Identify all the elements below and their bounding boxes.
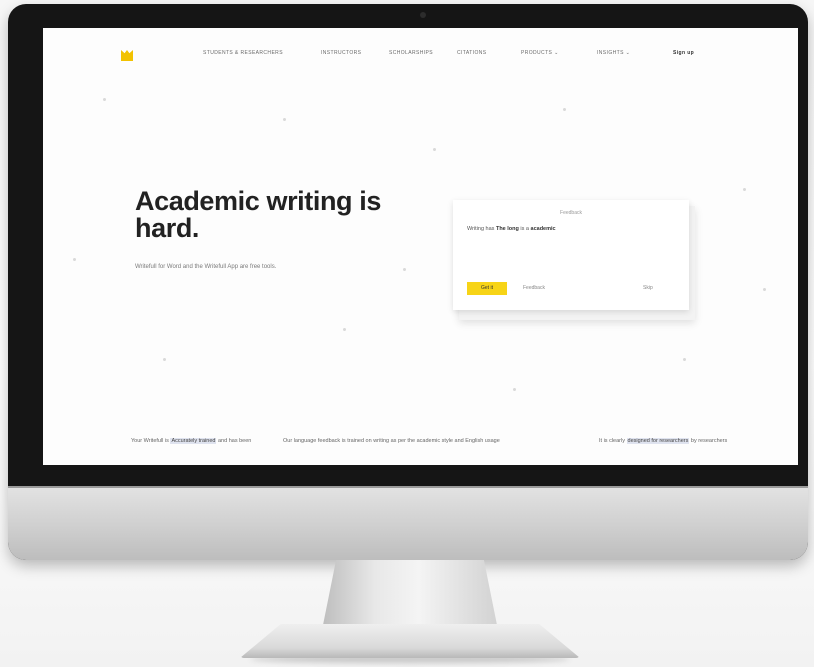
chin-divider — [8, 486, 808, 488]
decor-dot — [763, 288, 766, 291]
decor-dot — [563, 108, 566, 111]
decor-dot — [433, 148, 436, 151]
nav-item-citations[interactable]: Citations — [457, 50, 487, 56]
decor-dot — [283, 118, 286, 121]
browser-screen: Students & Researchers Instructors Schol… — [43, 28, 798, 465]
feedback-card-stack: Feedback Writing has The long is a acade… — [453, 200, 695, 320]
signup-button[interactable]: Sign up — [673, 50, 694, 56]
feature-column-1: Your Writefull is Accurately trained and… — [131, 436, 261, 446]
decor-dot — [163, 358, 166, 361]
decor-dot — [103, 98, 106, 101]
nav-item-products[interactable]: Products ⌄ — [521, 50, 559, 56]
column-text: It is clearly — [599, 438, 625, 444]
hero-subtitle: Writefull for Word and the Writefull App… — [135, 264, 277, 270]
chevron-down-icon: ⌄ — [625, 50, 631, 56]
nav-item-insights[interactable]: Insights ⌄ — [597, 50, 630, 56]
nav-products-label: Products — [521, 50, 553, 56]
column-highlight: Accurately trained — [170, 438, 217, 444]
nav-item-students[interactable]: Students & Researchers — [203, 50, 283, 56]
column-text: Your Writefull is — [131, 438, 169, 444]
card-text-highlight: The long — [495, 226, 519, 232]
decor-dot — [73, 258, 76, 261]
skip-link[interactable]: Skip — [643, 285, 653, 291]
feature-column-2: Our language feedback is trained on writ… — [283, 436, 563, 446]
decor-dot — [343, 328, 346, 331]
monitor-frame: Students & Researchers Instructors Schol… — [8, 4, 808, 560]
column-highlight: designed for researchers — [626, 438, 690, 444]
camera-icon — [420, 12, 426, 18]
card-text-highlight: academic — [530, 226, 556, 232]
feedback-link[interactable]: Feedback — [523, 285, 545, 291]
column-text: Our language feedback is trained on writ… — [283, 438, 500, 444]
chevron-down-icon: ⌄ — [554, 50, 559, 56]
nav-item-instructors[interactable]: Instructors — [321, 50, 361, 56]
card-text-part: Writing has — [467, 226, 495, 232]
writefull-logo-icon[interactable] — [121, 50, 133, 61]
column-text: by researchers — [690, 438, 728, 444]
monitor-stand-base — [240, 624, 580, 658]
nav-item-scholarships[interactable]: Scholarships — [389, 50, 433, 56]
monitor-chin — [8, 486, 808, 560]
decor-dot — [683, 358, 686, 361]
feedback-card: Feedback Writing has The long is a acade… — [453, 200, 689, 310]
monitor-stand-neck — [322, 560, 498, 630]
decor-dot — [513, 388, 516, 391]
card-title: Feedback — [560, 210, 582, 216]
page-title: Academic writing is hard. — [135, 186, 381, 243]
feature-column-3: It is clearly designed for researchers b… — [599, 436, 729, 446]
column-text: and has been — [218, 438, 252, 444]
get-it-button[interactable]: Get it — [467, 282, 507, 295]
card-text-part: is — [520, 226, 525, 232]
nav-insights-label: Insights — [597, 50, 624, 56]
card-text-part: a — [525, 226, 529, 232]
card-sample-text: Writing has The long is a academic — [467, 224, 677, 235]
decor-dot — [743, 188, 746, 191]
